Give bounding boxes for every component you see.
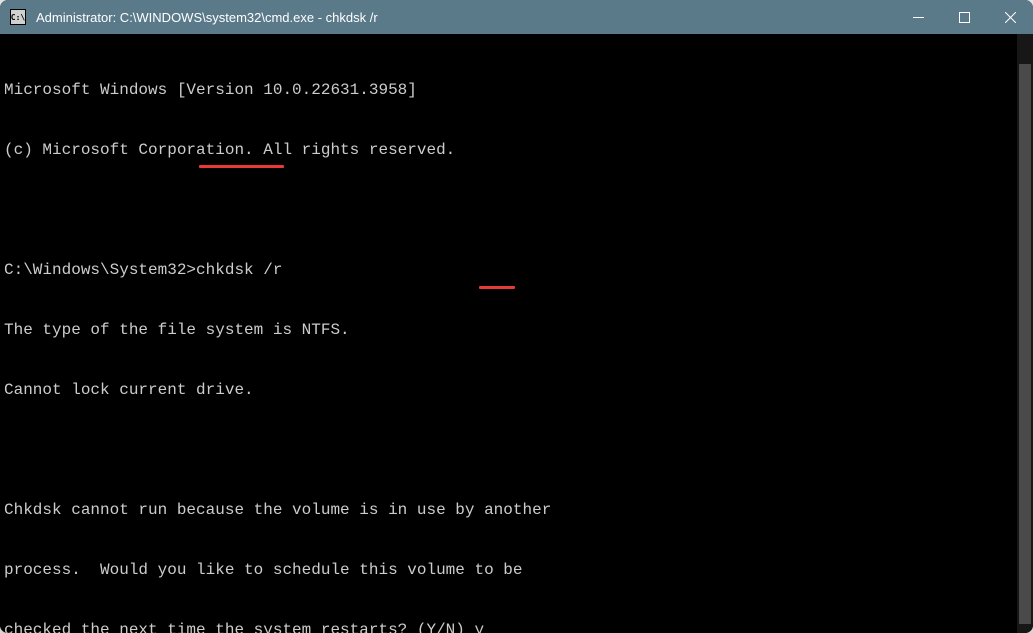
scrollbar-track[interactable] <box>1017 34 1033 633</box>
cmd-window: C:\ Administrator: C:\WINDOWS\system32\c… <box>0 0 1033 633</box>
output-line: Chkdsk cannot run because the volume is … <box>4 500 1029 520</box>
close-button[interactable] <box>987 0 1033 34</box>
terminal-body[interactable]: Microsoft Windows [Version 10.0.22631.39… <box>0 34 1033 633</box>
maximize-icon <box>959 12 970 23</box>
prompt-path: C:\Windows\System32> <box>4 261 196 279</box>
output-line: process. Would you like to schedule this… <box>4 560 1029 580</box>
output-line: checked the next time the system restart… <box>4 620 1029 633</box>
window-controls <box>895 0 1033 34</box>
titlebar[interactable]: C:\ Administrator: C:\WINDOWS\system32\c… <box>0 0 1033 34</box>
window-title: Administrator: C:\WINDOWS\system32\cmd.e… <box>36 10 895 25</box>
user-input: y <box>474 621 484 633</box>
maximize-button[interactable] <box>941 0 987 34</box>
blank-line <box>4 440 1029 460</box>
prompt-line: C:\Windows\System32>chkdsk /r <box>4 260 1029 280</box>
cmd-icon: C:\ <box>10 9 26 25</box>
scrollbar-thumb[interactable] <box>1019 64 1031 624</box>
output-line: (c) Microsoft Corporation. All rights re… <box>4 140 1029 160</box>
blank-line <box>4 200 1029 220</box>
terminal-content: Microsoft Windows [Version 10.0.22631.39… <box>4 40 1029 633</box>
prompt-text: checked the next time the system restart… <box>4 621 474 633</box>
output-line: Microsoft Windows [Version 10.0.22631.39… <box>4 80 1029 100</box>
annotation-underline-command <box>199 165 284 168</box>
output-line: The type of the file system is NTFS. <box>4 320 1029 340</box>
annotation-underline-input <box>479 286 515 289</box>
cmd-icon-label: C:\ <box>11 13 25 22</box>
minimize-icon <box>913 12 924 23</box>
command-text: chkdsk /r <box>196 261 282 279</box>
output-line: Cannot lock current drive. <box>4 380 1029 400</box>
minimize-button[interactable] <box>895 0 941 34</box>
close-icon <box>1005 12 1016 23</box>
